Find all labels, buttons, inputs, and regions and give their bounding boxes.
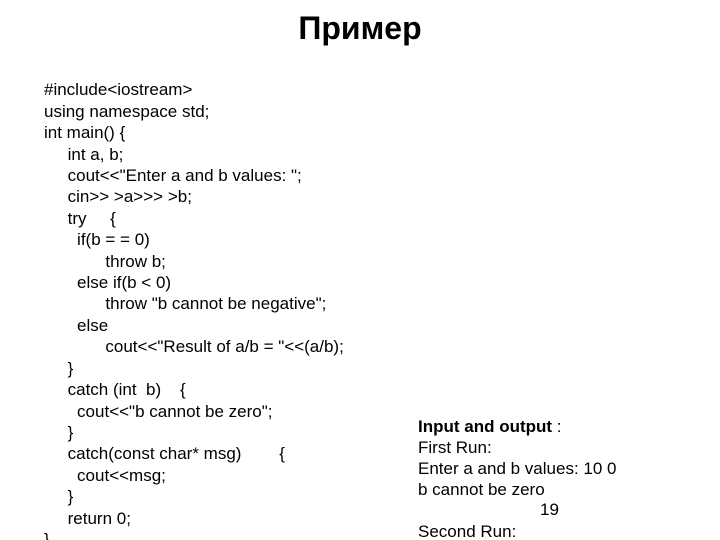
code-line: } [44,359,73,378]
slide-title: Пример [0,10,720,47]
code-line: #include<iostream> [44,80,192,99]
code-line: int main() { [44,123,125,142]
code-line: return 0; [44,509,131,528]
code-line: } [44,423,73,442]
code-line: if(b = = 0) [44,230,150,249]
output-line: Second Run: [418,522,516,540]
code-line: else [44,316,108,335]
page-number: 19 [540,500,559,520]
code-line: cout<<"Result of a/b = "<<(a/b); [44,337,344,356]
code-line: cout<<msg; [44,466,166,485]
output-header: Input and output [418,417,552,436]
output-block: Input and output : First Run: Enter a an… [418,395,622,540]
code-line: throw b; [44,252,166,271]
code-block: #include<iostream> using namespace std; … [44,58,344,540]
code-line: int a, b; [44,145,123,164]
code-line: cin>> >a>>> >b; [44,187,192,206]
code-line: using namespace std; [44,102,209,121]
code-line: try { [44,209,116,228]
code-line: } [44,487,73,506]
code-line: cout<<"Enter a and b values: "; [44,166,302,185]
code-line: cout<<"b cannot be zero"; [44,402,273,421]
output-line: First Run: [418,438,492,457]
code-line: catch(const char* msg) { [44,444,285,463]
code-line: else if(b < 0) [44,273,171,292]
output-colon: : [552,417,561,436]
code-line: throw "b cannot be negative"; [44,294,326,313]
output-line: Enter a and b values: 10 0 [418,459,616,478]
code-line: catch (int b) { [44,380,186,399]
code-line: } [44,530,50,540]
output-line: b cannot be zero [418,480,545,499]
